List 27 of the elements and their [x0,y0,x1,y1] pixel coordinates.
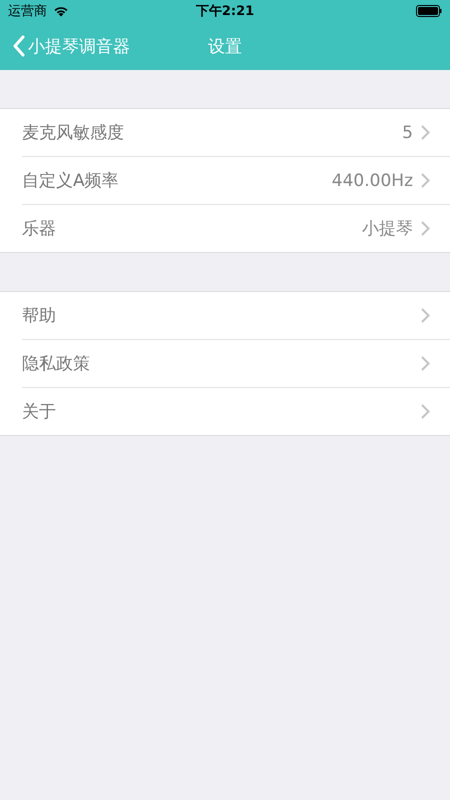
carrier-name: 运营商 [8,3,47,20]
row-value: 440.00Hz [332,170,413,190]
settings-row[interactable]: 麦克风敏感度 5 [22,109,450,157]
nav-title: 设置 [208,36,242,58]
row-value: 小提琴 [362,218,413,240]
row-label: 乐器 [22,218,57,240]
row-label: 帮助 [22,305,57,327]
back-icon [12,35,26,57]
chevron-icon [421,404,430,419]
settings-row[interactable]: 隐私政策 [22,340,450,388]
chevron-icon [421,125,430,140]
chevron-icon [421,308,430,323]
row-label: 隐私政策 [22,353,91,375]
status-time: 下午2:21 [196,3,254,20]
chevron-icon [421,356,430,371]
row-label: 关于 [22,401,57,423]
settings-row[interactable]: 自定义A频率 440.00Hz [22,157,450,205]
settings-row[interactable]: 乐器 小提琴 [22,205,450,252]
settings-row[interactable]: 帮助 [22,292,450,340]
battery-icon [416,5,442,17]
row-label: 麦克风敏感度 [22,122,125,144]
row-label: 自定义A频率 [22,170,120,192]
chevron-icon [421,173,430,188]
row-value: 5 [402,122,413,142]
settings-row[interactable]: 关于 [22,388,450,435]
chevron-icon [421,221,430,236]
wifi-icon [53,5,69,17]
